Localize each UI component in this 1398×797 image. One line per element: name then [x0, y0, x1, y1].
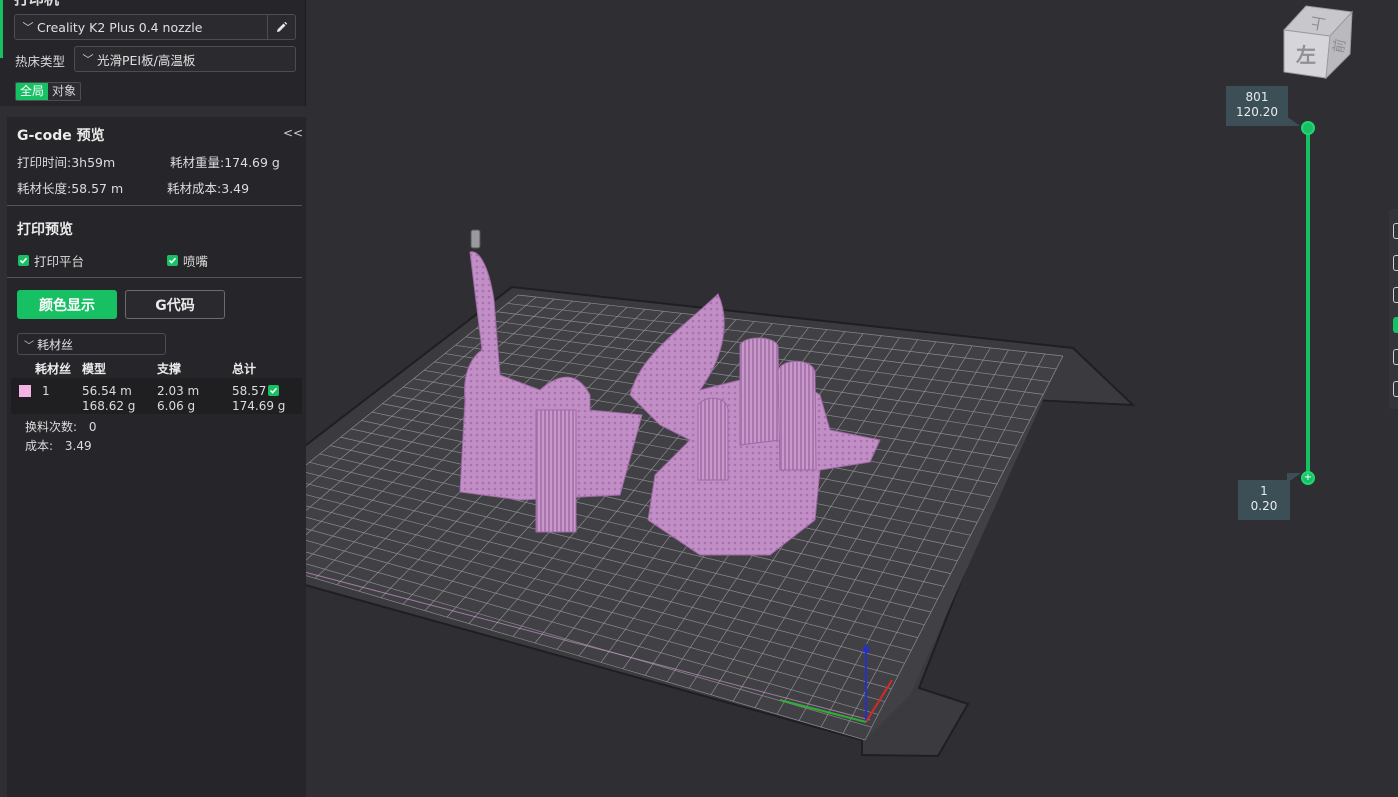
total-length-cell: 58.57: [232, 384, 280, 398]
toolbar-tab-4[interactable]: [1393, 317, 1398, 333]
pencil-icon: [277, 21, 288, 32]
col-header-total: 总计: [232, 362, 257, 376]
printer-name: Creality K2 Plus 0.4 nozzle: [37, 19, 203, 35]
scope-object-button[interactable]: 对象: [48, 83, 81, 100]
bed-type-value: 光滑PEI板/高温板: [97, 52, 196, 68]
checkmark-icon: [268, 385, 280, 396]
cost-label: 成本:: [25, 439, 54, 453]
change-count-row: 换料次数: 0: [25, 420, 97, 434]
cost-row: 成本: 3.49: [25, 439, 92, 453]
printer-section-title: 打印机: [14, 0, 59, 9]
print-time: 打印时间:3h59m: [17, 155, 116, 170]
toolbar-tab-2[interactable]: [1393, 255, 1398, 271]
color-display-tab[interactable]: 颜色显示: [17, 290, 117, 319]
filament-length: 耗材长度:58.57 m: [17, 181, 124, 196]
color-scheme-dropdown[interactable]: ﹀ 耗材丝: [17, 333, 166, 355]
col-header-filament: 耗材丝: [35, 362, 72, 376]
color-scheme-value: 耗材丝: [37, 337, 74, 352]
change-count-value: 0: [88, 420, 97, 434]
bottom-label-pointer: [1287, 473, 1301, 483]
checkbox-checked-icon: [18, 255, 29, 266]
cost-value: 3.49: [64, 439, 92, 453]
cube-top-face: 上: [1309, 13, 1327, 33]
total-length: 58.57: [232, 384, 267, 398]
support-length: 2.03 m: [157, 384, 200, 398]
toolbar-tab-1[interactable]: [1393, 223, 1398, 239]
printer-panel: 打印机 ﹀ Creality K2 Plus 0.4 nozzle 热床类型 ﹀…: [0, 0, 306, 106]
toolbar-tab-5[interactable]: [1393, 349, 1398, 365]
show-bed-label: 打印平台: [34, 254, 85, 269]
support-weight: 6.06 g: [157, 399, 196, 413]
collapse-panel-button[interactable]: <<: [283, 126, 303, 140]
show-bed-checkbox[interactable]: 打印平台: [18, 251, 84, 270]
nozzle-marker: [470, 229, 481, 249]
chevron-down-icon: ﹀: [22, 21, 34, 34]
show-nozzle-label: 喷嘴: [183, 254, 209, 269]
toolbar-tab-3[interactable]: [1393, 287, 1398, 303]
divider: [7, 277, 302, 278]
change-count-label: 换料次数:: [25, 420, 78, 434]
scope-global-button[interactable]: 全局: [16, 83, 49, 100]
bed-type-label: 热床类型: [15, 54, 66, 69]
model-weight: 168.62 g: [82, 399, 136, 413]
total-weight: 174.69 g: [232, 399, 286, 413]
filament-index: 1: [42, 384, 50, 398]
cube-front-face: 前: [1330, 38, 1349, 55]
toolbar-tab-6[interactable]: [1393, 381, 1398, 397]
cube-icon: 上 左 前: [1282, 5, 1354, 80]
show-nozzle-checkbox[interactable]: 喷嘴: [167, 251, 208, 270]
gcode-preview-title: G-code 预览: [17, 128, 105, 144]
bottom-layer-height: 0.20: [1250, 499, 1278, 513]
bottom-layer-label: 1 0.20: [1238, 480, 1290, 520]
col-header-model: 模型: [82, 362, 107, 376]
divider: [7, 205, 302, 206]
printer-dropdown[interactable]: ﹀ Creality K2 Plus 0.4 nozzle: [14, 14, 296, 40]
bed-type-dropdown[interactable]: ﹀ 光滑PEI板/高温板: [74, 46, 296, 72]
scope-toggle: 全局 对象: [15, 82, 82, 101]
chevron-down-icon: ﹀: [24, 340, 34, 352]
top-layer-number: 801: [1245, 90, 1269, 104]
top-layer-height: 120.20: [1236, 105, 1278, 119]
filament-color-swatch[interactable]: [19, 385, 31, 397]
top-layer-label: 801 120.20: [1226, 86, 1288, 126]
checkbox-checked-icon: [167, 255, 178, 266]
col-header-support: 支撑: [157, 362, 182, 376]
filament-cost: 耗材成本:3.49: [167, 181, 250, 196]
filament-weight: 耗材重量:174.69 g: [170, 155, 280, 170]
cube-left-face: 左: [1296, 43, 1316, 67]
top-layer-handle[interactable]: [1301, 121, 1315, 135]
chevron-down-icon: ﹀: [82, 53, 94, 66]
right-toolbar: [1389, 209, 1398, 409]
edit-printer-button[interactable]: [267, 15, 295, 39]
print-preview-title: 打印预览: [17, 222, 73, 238]
bottom-layer-number: 1: [1260, 484, 1268, 498]
active-indicator: [0, 0, 3, 58]
model-length: 56.54 m: [82, 384, 132, 398]
layer-slider-track[interactable]: [1306, 128, 1310, 478]
gcode-tab[interactable]: G代码: [125, 290, 225, 319]
view-cube[interactable]: 上 左 前: [1282, 4, 1356, 82]
gcode-preview-panel: G-code 预览 << 打印时间:3h59m 耗材重量:174.69 g 耗材…: [7, 117, 306, 797]
